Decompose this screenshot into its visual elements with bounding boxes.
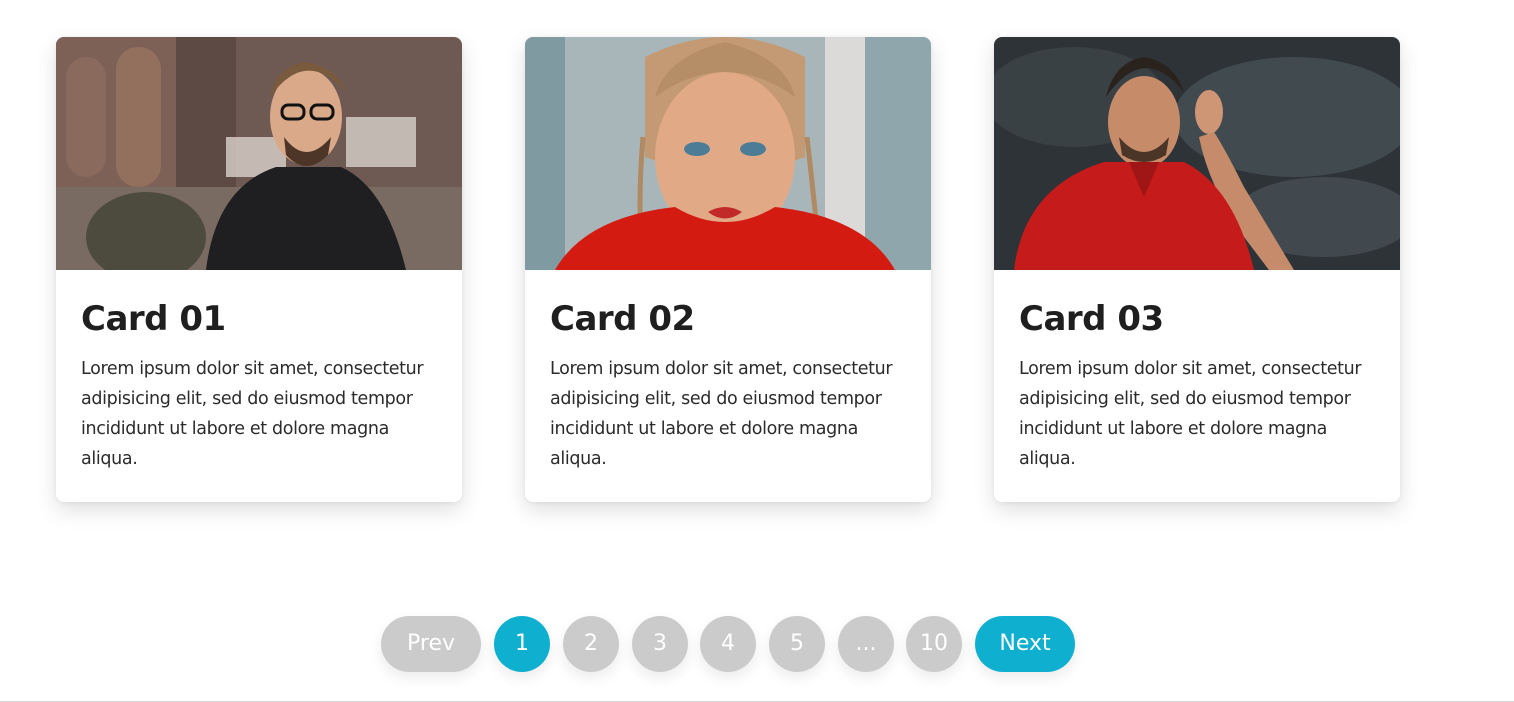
- card-02[interactable]: Card 02 Lorem ipsum dolor sit amet, cons…: [525, 37, 931, 502]
- card-description: Lorem ipsum dolor sit amet, consectetur …: [1019, 359, 1362, 469]
- card-image: [56, 37, 462, 270]
- page-button-4[interactable]: 4: [700, 616, 756, 672]
- page-button-1[interactable]: 1: [494, 616, 550, 672]
- page-ellipsis[interactable]: ...: [838, 616, 894, 672]
- page-button-2[interactable]: 2: [563, 616, 619, 672]
- page: Card 01 Lorem ipsum dolor sit amet, cons…: [0, 0, 1514, 702]
- card-description: Lorem ipsum dolor sit amet, consectetur …: [550, 359, 893, 469]
- prev-button[interactable]: Prev: [381, 616, 481, 672]
- card-03[interactable]: Card 03 Lorem ipsum dolor sit amet, cons…: [994, 37, 1400, 502]
- card-image: [994, 37, 1400, 270]
- pagination: Prev 1 2 3 4 5 ... 10 Next: [0, 616, 1514, 672]
- card-title: Card 02: [550, 299, 695, 339]
- card-title: Card 01: [81, 299, 226, 339]
- card-01[interactable]: Card 01 Lorem ipsum dolor sit amet, cons…: [56, 37, 462, 502]
- next-button[interactable]: Next: [975, 616, 1075, 672]
- card-title: Card 03: [1019, 299, 1164, 339]
- page-button-5[interactable]: 5: [769, 616, 825, 672]
- page-button-10[interactable]: 10: [906, 616, 962, 672]
- card-description: Lorem ipsum dolor sit amet, consectetur …: [81, 359, 424, 469]
- card-image: [525, 37, 931, 270]
- page-button-3[interactable]: 3: [632, 616, 688, 672]
